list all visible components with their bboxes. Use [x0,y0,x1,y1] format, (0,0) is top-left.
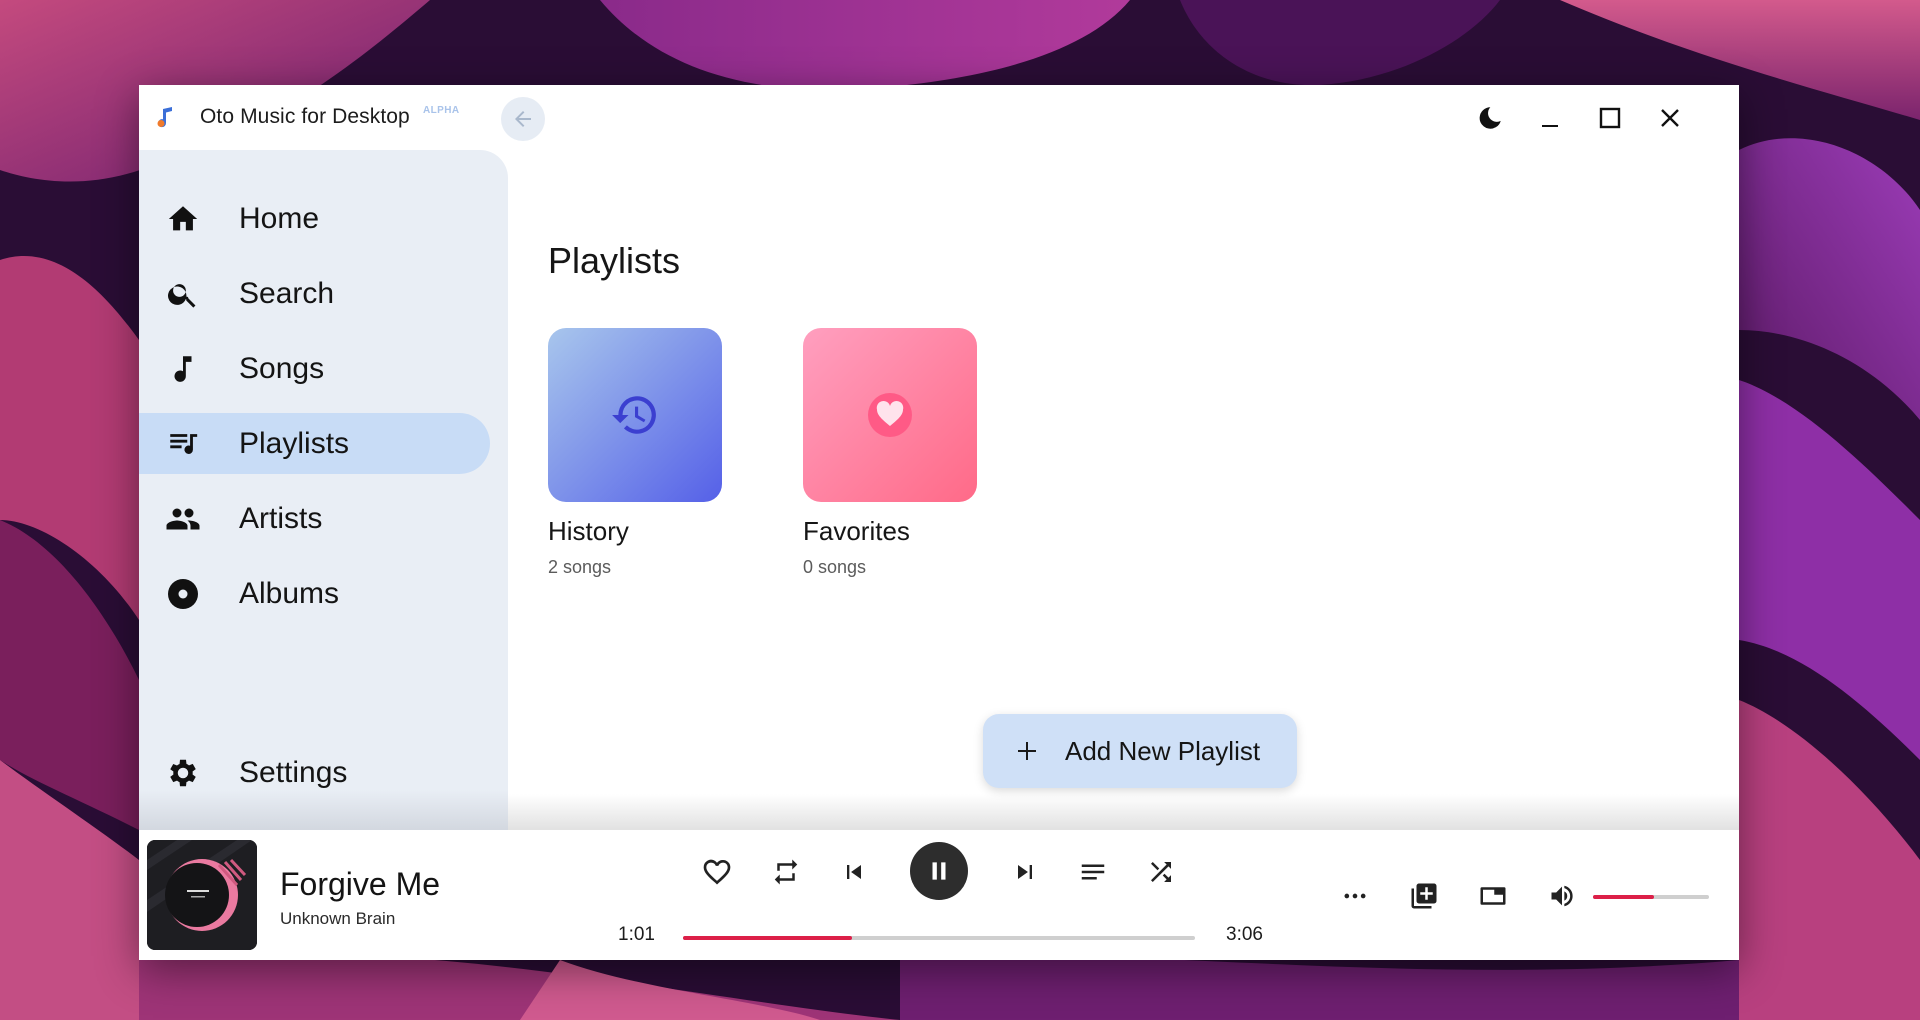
track-title: Forgive Me [280,866,441,902]
shuffle-icon [1151,862,1171,882]
more-options-button[interactable] [1333,874,1377,918]
sidebar-item-playlists[interactable]: Playlists [139,413,490,474]
moon-icon [1479,107,1501,129]
heart-icon [868,393,912,437]
app-window: Oto Music for Desktop ALPHA Home Search … [139,85,1739,960]
player-bar: Forgive Me Unknown Brain 1:01 3:06 [139,830,1739,960]
close-icon [1661,109,1679,127]
alpha-badge: ALPHA [423,105,460,116]
repeat-button[interactable] [764,850,808,894]
people-icon [165,501,201,537]
sidebar-item-home[interactable]: Home [139,188,490,249]
volume-slider[interactable] [1593,895,1709,899]
playlist-song-count: 2 songs [548,557,612,577]
more-horizontal-icon [1344,893,1366,899]
elapsed-time: 1:01 [618,924,655,945]
back-button[interactable] [501,97,545,141]
minimize-icon [1542,125,1558,127]
sidebar-item-label: Search [239,276,335,310]
disc-icon [165,576,201,612]
add-to-playlist-button[interactable] [1402,874,1446,918]
playlist-card-history[interactable]: History 2 songs [548,328,724,578]
add-new-playlist-button[interactable]: Add New Playlist [983,714,1297,788]
playlist-icon [165,426,201,462]
queue-list-icon [1081,864,1105,880]
gear-icon [165,755,201,791]
page-title: Playlists [548,240,681,281]
mini-player-button[interactable] [1471,874,1515,918]
home-icon [165,201,201,237]
album-art[interactable] [147,840,257,950]
skip-previous-icon [847,865,861,879]
pause-button[interactable] [910,842,968,900]
sidebar-item-label: Home [239,201,320,235]
track-artist[interactable]: Unknown Brain [280,909,395,929]
close-button[interactable] [1647,95,1693,141]
repeat-icon [774,859,798,885]
playlist-cover [803,328,977,502]
queue-button[interactable] [1071,850,1115,894]
sidebar-item-search[interactable]: Search [139,263,490,324]
sidebar-item-label: Playlists [239,426,350,460]
app-logo-icon [155,107,175,129]
sidebar-item-label: Artists [239,501,323,535]
app-title: Oto Music for Desktop [200,105,410,128]
volume-up-icon [1551,885,1573,907]
sidebar-item-albums[interactable]: Albums [139,563,490,624]
skip-next-icon [1018,865,1032,879]
music-note-icon [165,351,201,387]
maximize-button[interactable] [1587,95,1633,141]
picture-in-picture-icon [1480,887,1506,905]
heart-outline-icon [703,859,731,885]
total-duration: 3:06 [1226,924,1263,945]
dark-mode-toggle[interactable] [1467,95,1513,141]
sidebar-item-label: Songs [239,351,325,385]
add-playlist-label: Add New Playlist [1065,736,1261,766]
history-icon [612,396,656,434]
seek-bar-progress [683,936,852,940]
playlist-title: History [548,516,629,546]
title-bar: Oto Music for Desktop ALPHA [139,85,1739,150]
previous-button[interactable] [832,850,876,894]
next-button[interactable] [1003,850,1047,894]
sidebar-item-label: Settings [239,755,348,789]
plus-icon [1018,742,1036,760]
pause-icon [932,862,946,880]
sidebar: Home Search Songs Playlists Artists Albu… [139,150,508,830]
volume-button[interactable] [1540,874,1584,918]
minimize-button[interactable] [1527,95,1573,141]
like-button[interactable] [695,850,739,894]
sidebar-item-artists[interactable]: Artists [139,488,490,549]
sidebar-item-songs[interactable]: Songs [139,338,490,399]
maximize-icon [1599,107,1621,129]
search-icon [165,276,201,312]
sidebar-item-label: Albums [239,576,340,610]
volume-level [1593,895,1655,899]
playlist-add-icon [1411,883,1437,909]
sidebar-fade [139,790,508,830]
content-fade [508,794,1739,830]
playlist-cover [548,328,722,502]
shuffle-button[interactable] [1139,850,1183,894]
playlist-card-favorites[interactable]: Favorites 0 songs [803,328,979,578]
playlist-title: Favorites [803,516,910,546]
arrow-left-icon [515,111,531,127]
seek-bar[interactable] [683,936,1195,940]
playlist-song-count: 0 songs [803,557,867,577]
